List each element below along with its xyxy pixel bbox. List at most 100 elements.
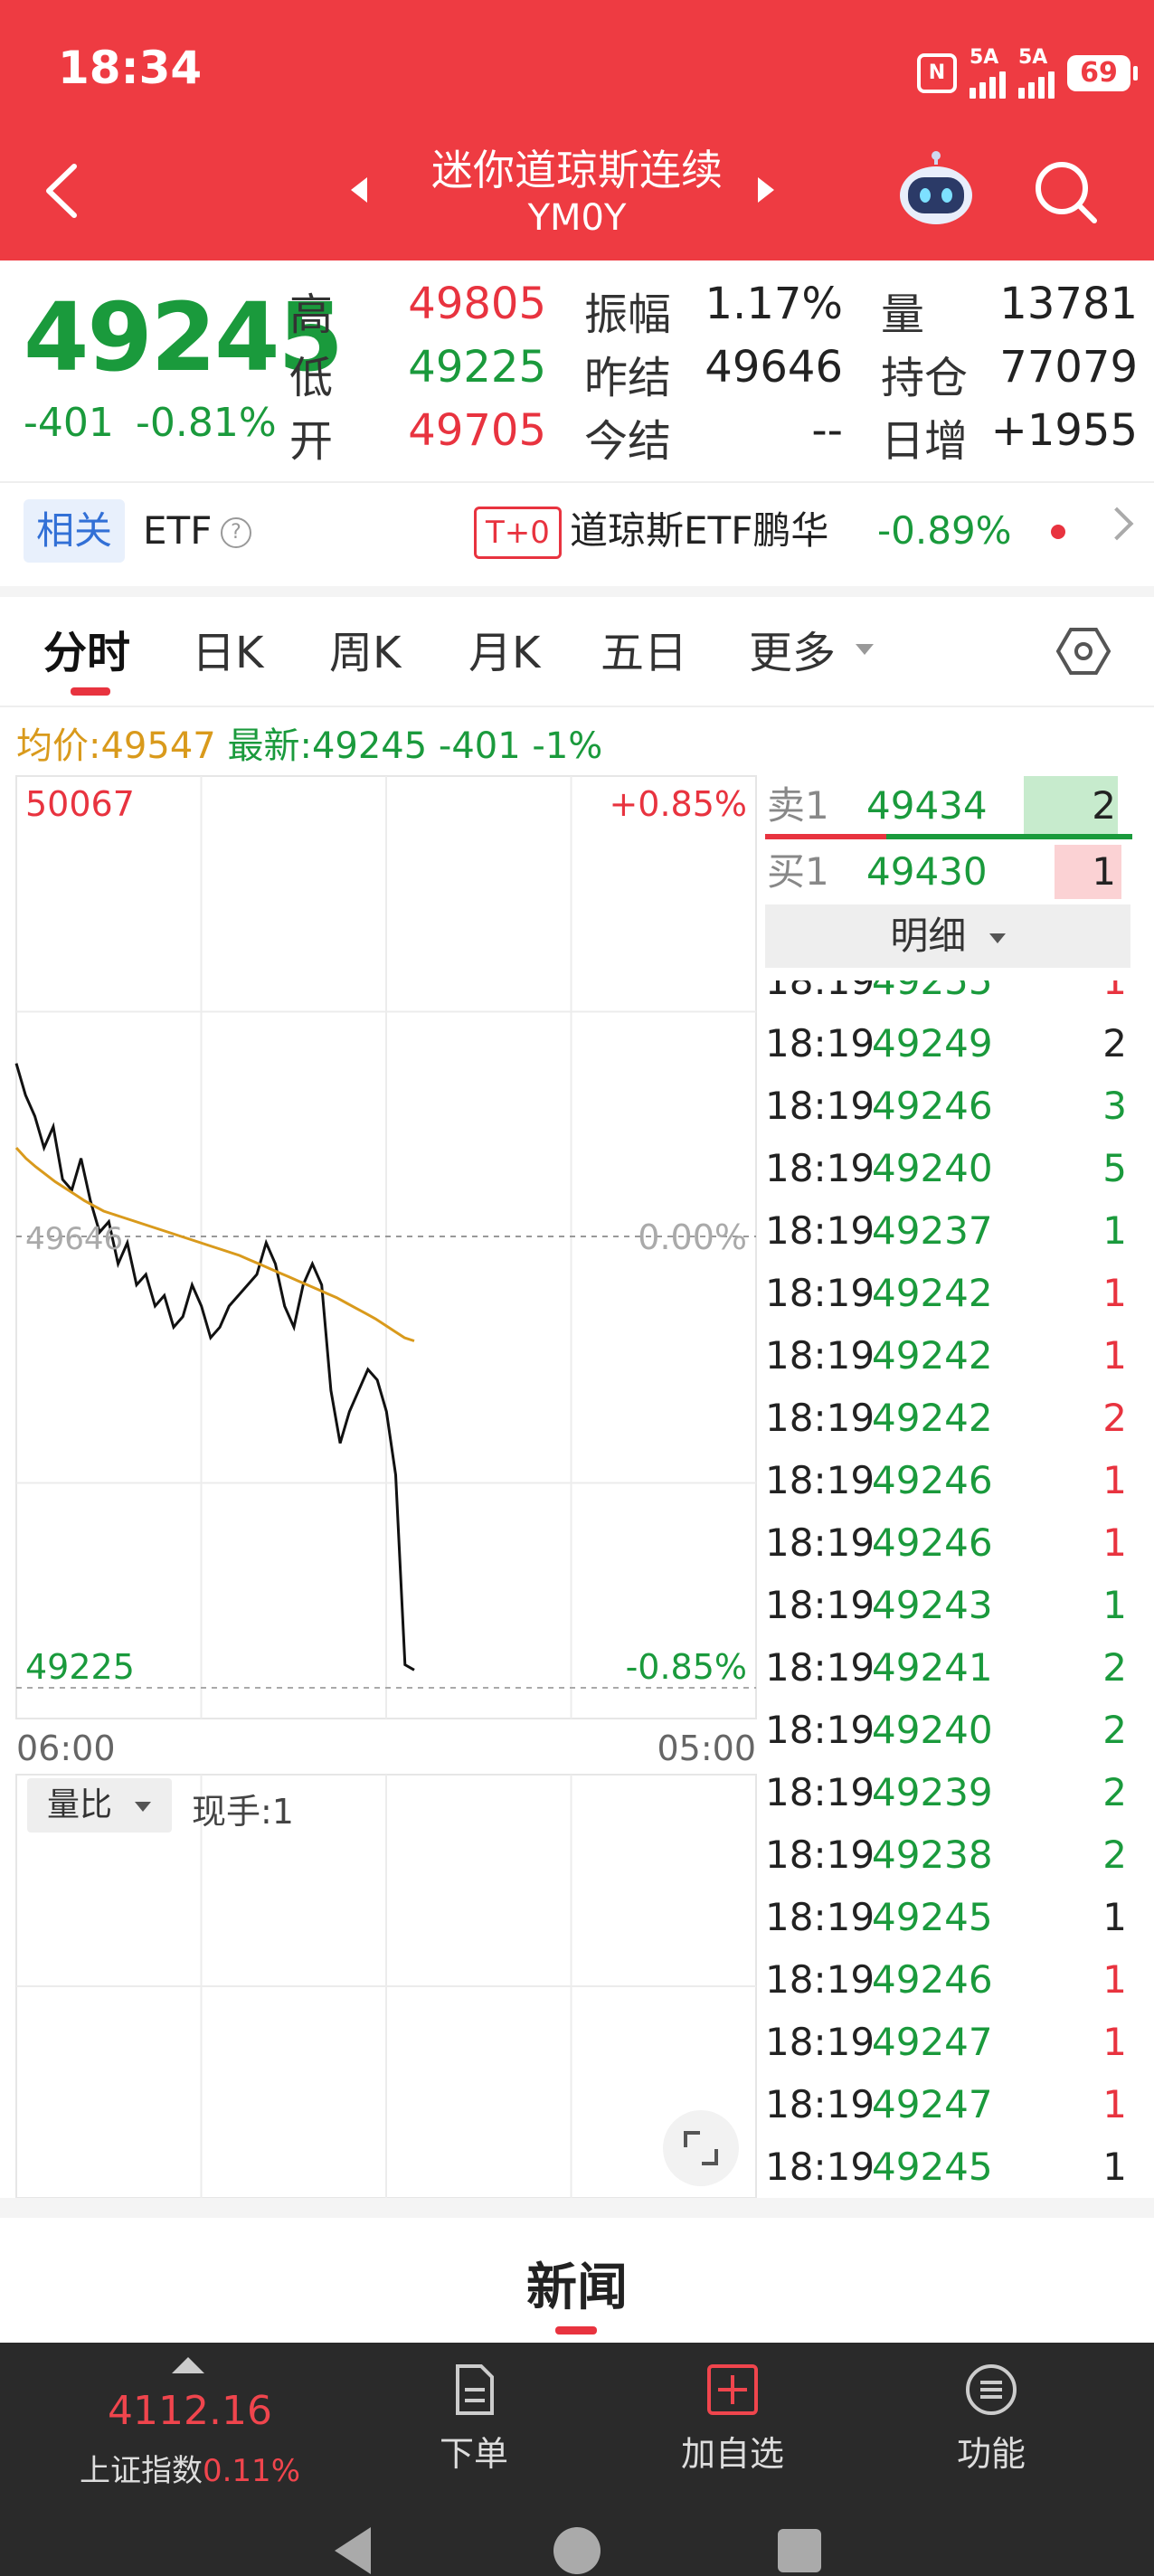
avg-price-label: 均价: [16,725,101,767]
search-icon[interactable] [1029,156,1102,228]
signal-label-1: 5A [970,46,999,69]
add-watchlist-label: 加自选 [680,2434,784,2474]
etf-name[interactable]: 道琼斯ETF鹏华 [570,499,828,563]
trade-detail-list[interactable]: 18:19 49255 1 18:19 49249 2 18:19 49246 3 18:19 49… [765,980,1136,2198]
trade-volume: 1 [1102,1520,1127,1565]
volume-indicator-selector[interactable]: 量比 [27,1778,172,1833]
order-document-icon [456,2364,494,2415]
quote-value: -- [811,405,843,456]
price-line [14,1063,415,1672]
quote-value: 1.17% [705,279,843,329]
trade-price: 49237 [872,1208,993,1253]
quote-value: 13781 [999,279,1138,329]
y-low-label: 49225 [25,1647,135,1687]
nav-back-icon[interactable] [335,2527,371,2574]
nav-recent-apps-icon[interactable] [778,2529,821,2572]
tab-daily-k[interactable]: 日K [192,617,263,680]
x-start-label: 06:00 [16,1728,116,1768]
trade-volume: 2 [1102,1396,1127,1440]
tab-intraday[interactable]: 分时 [43,617,130,680]
add-watchlist-icon [707,2364,758,2415]
caret-down-icon [135,1801,152,1812]
volume-indicator-label: 量比 [47,1786,113,1823]
tab-news[interactable]: 新闻 [0,2247,1154,2320]
chart-info-line: 均价:49547 最新:49245 -401 -1% [16,716,602,769]
y-high-pct-label: +0.85% [609,784,747,824]
trade-price: 49255 [872,980,993,1003]
caret-down-icon [988,933,1006,943]
avg-price-value: 49547 [100,725,216,767]
quote-value: 49805 [408,279,546,329]
signal-bars-icon [970,68,1006,99]
next-contract-arrow-icon[interactable] [758,177,774,203]
trade-time: 18:19 [765,1957,875,2002]
trade-price: 49247 [872,2020,993,2064]
trade-row: 18:19 49243 1 [765,1574,1127,1636]
trade-time: 18:19 [765,2020,875,2064]
trade-time: 18:19 [765,1084,875,1128]
latest-label: 最新: [227,725,312,767]
trade-volume: 1 [1102,1458,1127,1502]
index-name-row[interactable]: 上证指数0.11% [36,2446,344,2490]
ai-assistant-robot-icon[interactable] [895,150,977,226]
trade-price: 49246 [872,1957,993,2002]
trade-price: 49246 [872,1084,993,1128]
intraday-chart[interactable]: 50067 +0.85% 49646 0.00% 49225 -0.85% 06:00 05:… [0,769,760,2198]
help-icon[interactable]: ? [221,517,251,548]
latest-change: -401 [438,725,521,767]
trade-volume: 1 [1102,2082,1127,2126]
tab-monthly-k[interactable]: 月K [468,617,540,680]
trade-volume: 1 [1102,1895,1127,1939]
trade-time: 18:19 [765,1895,875,1939]
nav-home-icon[interactable] [553,2527,601,2574]
trade-time: 18:19 [765,1645,875,1690]
quote-value: 49705 [408,405,546,456]
tab-weekly-k[interactable]: 周K [329,617,401,680]
trade-row: 18:19 49247 1 [765,2073,1127,2136]
etf-label: ETF [143,508,213,553]
chart-settings-icon[interactable] [1055,622,1112,680]
quote-label: 开 [289,416,334,467]
tab-more[interactable]: 更多 [749,617,836,680]
trade-row: 18:19 49246 1 [765,1948,1127,2011]
sell-ratio-bar-red [765,834,886,839]
quote-value: +1955 [990,405,1138,456]
trade-row: 18:19 49245 1 [765,2136,1127,2198]
trade-row: 18:19 49240 2 [765,1699,1127,1761]
trade-time: 18:19 [765,1520,875,1565]
add-watchlist-button[interactable]: 加自选 [642,2361,823,2476]
trade-time: 18:19 [765,1021,875,1065]
trade-row: 18:19 49242 2 [765,1387,1127,1449]
trade-row: 18:19 49238 2 [765,1823,1127,1886]
trade-price: 49239 [872,1770,993,1814]
trade-price: 49243 [872,1583,993,1627]
index-expand-arrow-icon[interactable] [172,2357,204,2373]
section-divider [0,2198,1154,2218]
trade-volume: 1 [1102,1271,1127,1315]
trade-detail-tab[interactable]: 明细 [765,904,1130,968]
active-tab-indicator [555,2326,597,2334]
trade-row: 18:19 49242 1 [765,1324,1127,1387]
trade-time: 18:19 [765,1833,875,1877]
quote-label: 量 [881,289,925,340]
trade-row: 18:19 49242 1 [765,1262,1127,1324]
ask-price: 49434 [866,783,988,828]
trade-time: 18:19 [765,1271,875,1315]
trade-row: 18:19 49249 2 [765,1012,1127,1075]
fullscreen-icon[interactable] [660,2107,742,2189]
quote-label: 低 [289,353,334,403]
tab-five-day[interactable]: 五日 [601,617,687,680]
contract-title: 迷你道琼斯连续 [431,146,723,194]
index-value[interactable]: 4112.16 [36,2388,344,2434]
live-dot-icon [1051,525,1065,539]
functions-button[interactable]: 功能 [901,2361,1082,2476]
y-high-label: 50067 [25,784,135,824]
y-mid-pct-label: 0.00% [638,1217,747,1257]
index-pct: 0.11% [202,2453,300,2489]
trade-time: 18:19 [765,2145,875,2189]
status-icons: N 5A 5A 69 [917,46,1138,99]
trade-price: 49246 [872,1458,993,1502]
bid-volume: 1 [1092,849,1116,894]
battery-icon: 69 [1067,55,1138,91]
place-order-button[interactable]: 下单 [383,2361,564,2476]
